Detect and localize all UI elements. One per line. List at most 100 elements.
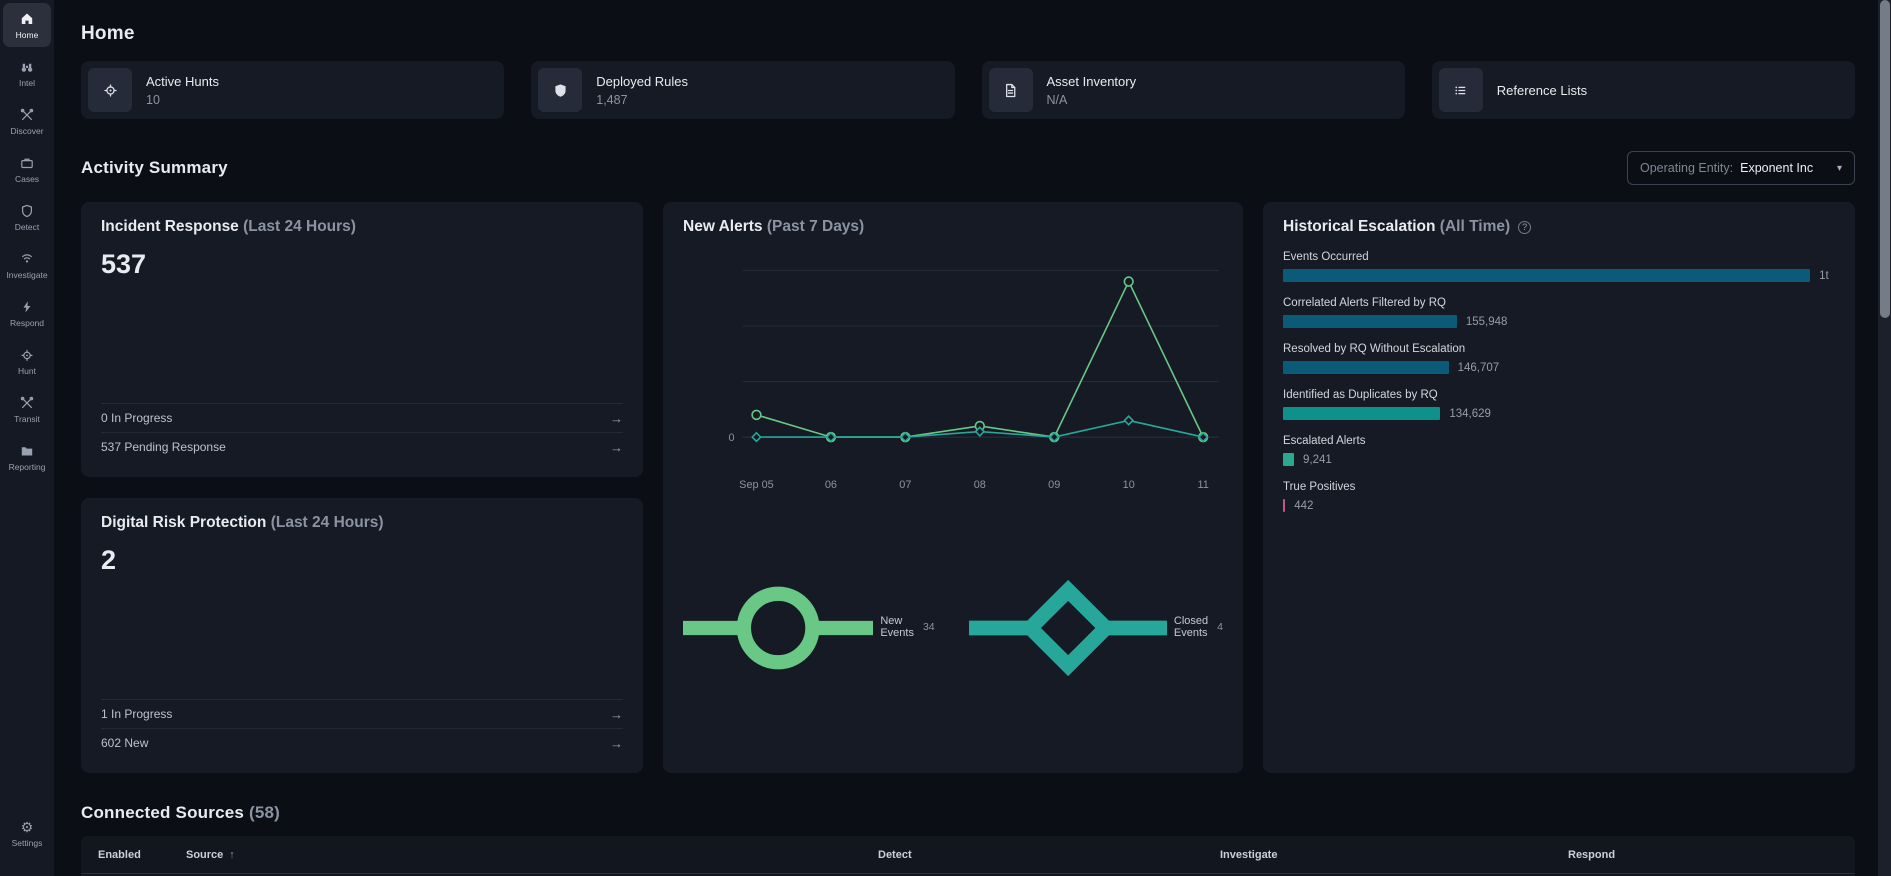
stat-card-label: Reference Lists xyxy=(1496,82,1588,98)
sidebar-item-cases[interactable]: Cases xyxy=(0,146,54,192)
home-icon xyxy=(19,11,35,27)
historical-metric-bar-row: 134,629 xyxy=(1283,407,1835,420)
sidebar-item-transit[interactable]: Transit xyxy=(0,386,54,432)
svg-text:06: 06 xyxy=(825,479,837,491)
stat-card-reference-lists[interactable]: Reference Lists xyxy=(1431,61,1855,119)
sidebar-item-label: Transit xyxy=(14,414,40,424)
help-icon[interactable]: ? xyxy=(1518,220,1532,234)
respond-icon xyxy=(19,299,35,315)
stat-card-label: Active Hunts xyxy=(146,73,219,89)
sidebar-item-settings[interactable]: ⚙ Settings xyxy=(0,810,54,856)
historical-metric-bar xyxy=(1283,361,1449,374)
operating-entity-label: Operating Entity: xyxy=(1640,161,1734,175)
historical-metric-value: 146,707 xyxy=(1457,361,1500,374)
metric-link-row[interactable]: 602 New → xyxy=(101,728,623,757)
historical-metric-label: Resolved by RQ Without Escalation xyxy=(1283,343,1466,355)
metric-link-label: 0 In Progress xyxy=(101,411,173,425)
historical-metrics: Events Occurred 1t Correlated Alerts Filte… xyxy=(1283,251,1835,512)
sidebar-item-label: Discover xyxy=(10,126,44,136)
sidebar-item-investigate[interactable]: Investigate xyxy=(0,242,54,288)
sidebar-item-intel[interactable]: Intel xyxy=(0,50,54,96)
stat-card-value: N/A xyxy=(1046,92,1068,107)
historical-metric-bar-row: 1t xyxy=(1283,269,1835,282)
reporting-icon xyxy=(19,443,35,459)
metric-link-row[interactable]: 537 Pending Response → xyxy=(101,432,623,461)
historical-metric-value: 442 xyxy=(1294,499,1314,512)
stat-card-active-hunts[interactable]: Active Hunts 10 xyxy=(81,61,505,119)
metric-link-label: 602 New xyxy=(101,736,149,750)
sidebar-item-reporting[interactable]: Reporting xyxy=(0,434,54,480)
historical-metric-value: 155,948 xyxy=(1465,315,1508,328)
historical-metric-label: Correlated Alerts Filtered by RQ xyxy=(1283,297,1446,309)
page-scrollbar[interactable] xyxy=(1878,0,1891,876)
digital-risk-rows: 1 In Progress → 602 New → xyxy=(101,699,623,757)
stat-card-asset-inventory[interactable]: Asset Inventory N/A xyxy=(981,61,1405,119)
legend-circle-marker-icon xyxy=(683,496,874,757)
sidebar-item-label: Investigate xyxy=(6,270,48,280)
historical-escalation-card: Historical Escalation (All Time) ? Event… xyxy=(1263,202,1855,773)
legend-label: New Events xyxy=(880,614,914,639)
cases-icon xyxy=(19,155,35,171)
historical-metric-value: 1t xyxy=(1819,269,1829,282)
arrow-right-icon: → xyxy=(610,735,623,751)
sidebar-item-label: Cases xyxy=(14,174,40,184)
metric-link-row[interactable]: 1 In Progress → xyxy=(101,699,623,728)
svg-text:09: 09 xyxy=(1048,479,1060,491)
chart-legend: New Events 34 Closed Events 4 xyxy=(683,496,1223,757)
historical-metric-escalated-alerts: Escalated Alerts 9,241 xyxy=(1283,435,1835,466)
reference-lists-icon xyxy=(1438,68,1483,112)
historical-metric-correlated-alerts-filtered-by-rq: Correlated Alerts Filtered by RQ 155,948 xyxy=(1283,297,1835,328)
historical-metric-label: Events Occurred xyxy=(1283,251,1369,263)
incident-response-total: 537 xyxy=(101,249,147,279)
settings-icon: ⚙ xyxy=(20,819,34,835)
svg-text:07: 07 xyxy=(899,479,911,491)
historical-metric-label: Identified as Duplicates by RQ xyxy=(1283,389,1438,401)
historical-metric-value: 9,241 xyxy=(1303,453,1332,466)
stat-card-text: Deployed Rules 1,487 xyxy=(596,74,688,107)
historical-metric-bar xyxy=(1283,499,1286,512)
connected-sources-heading: Connected Sources (58) xyxy=(81,803,281,822)
historical-metric-identified-as-duplicates-by-rq: Identified as Duplicates by RQ 134,629 xyxy=(1283,389,1835,420)
stat-card-value: 1,487 xyxy=(596,92,628,107)
historical-metric-resolved-by-rq-without-escalation: Resolved by RQ Without Escalation 146,707 xyxy=(1283,343,1835,374)
sidebar-item-respond[interactable]: Respond xyxy=(0,290,54,336)
sidebar-item-label: Intel xyxy=(18,78,36,88)
page-title: Home xyxy=(81,23,135,44)
metric-link-label: 537 Pending Response xyxy=(101,440,226,454)
metric-link-row[interactable]: 0 In Progress → xyxy=(101,403,623,432)
legend-diamond-marker-icon xyxy=(968,496,1167,757)
arrow-right-icon: → xyxy=(610,439,623,455)
legend-total: 34 xyxy=(922,620,935,633)
stat-card-text: Asset Inventory N/A xyxy=(1047,74,1137,107)
svg-text:Sep 05: Sep 05 xyxy=(739,479,774,491)
stat-card-deployed-rules[interactable]: Deployed Rules 1,487 xyxy=(531,61,955,119)
transit-icon xyxy=(19,395,35,411)
stat-card-label: Asset Inventory xyxy=(1046,73,1137,89)
new-alerts-card: New Alerts (Past 7 Days) 0 Sep 05 06 07 08 09… xyxy=(663,202,1243,773)
stat-card-value: 10 xyxy=(146,92,160,107)
deployed-rules-icon xyxy=(538,68,583,112)
scrollbar-thumb[interactable] xyxy=(1879,0,1890,318)
sidebar-item-hunt[interactable]: Hunt xyxy=(0,338,54,384)
historical-metric-bar-row: 442 xyxy=(1283,499,1835,512)
column-header-label: Source xyxy=(186,848,224,861)
incident-response-title: Incident Response (Last 24 Hours) xyxy=(101,218,356,235)
legend-item-new-events: New Events 34 xyxy=(683,496,935,757)
sidebar-item-discover[interactable]: Discover xyxy=(0,98,54,144)
historical-metric-bar xyxy=(1283,269,1811,282)
left-card-column: Incident Response (Last 24 Hours) 537 0 … xyxy=(81,202,643,773)
digital-risk-total: 2 xyxy=(101,545,117,575)
operating-entity-select[interactable]: Operating Entity: Exponent Inc ▾ xyxy=(1627,151,1855,185)
sidebar: Home Intel Discover Cases Detect Investigate R… xyxy=(0,0,54,876)
app-root: Home Intel Discover Cases Detect Investigate R… xyxy=(0,0,1891,876)
intel-icon xyxy=(19,59,35,75)
historical-metric-label: True Positives xyxy=(1283,481,1356,493)
metric-link-label: 1 In Progress xyxy=(101,707,173,721)
sidebar-item-home[interactable]: Home xyxy=(3,3,51,47)
connected-sources-count: (58) xyxy=(249,803,281,822)
digital-risk-title: Digital Risk Protection (Last 24 Hours) xyxy=(101,514,384,531)
column-header-source[interactable]: Source ↑ xyxy=(186,849,878,861)
column-header-detect: Detect xyxy=(878,848,912,861)
svg-text:08: 08 xyxy=(974,479,986,491)
sidebar-item-detect[interactable]: Detect xyxy=(0,194,54,240)
